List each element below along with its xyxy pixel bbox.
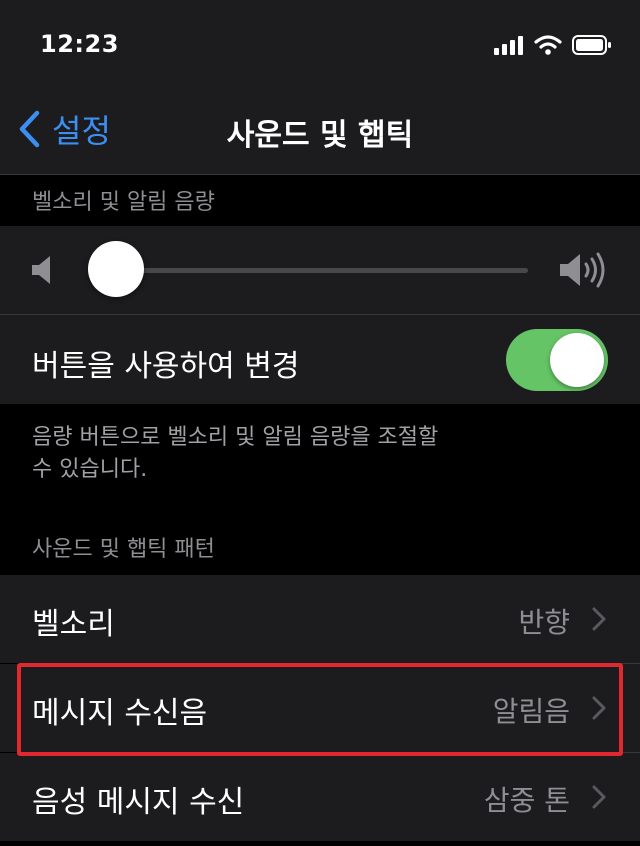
- list-item-new-voicemail[interactable]: 음성 메시지 수신 삼중 톤: [0, 753, 640, 841]
- volume-slider-thumb[interactable]: [88, 241, 144, 297]
- new-voicemail-value: 삼중 톤: [483, 784, 570, 817]
- speaker-low-icon: [32, 256, 50, 284]
- change-with-buttons-row: 버튼을 사용하여 변경: [0, 315, 640, 404]
- change-with-buttons-label: 버튼을 사용하여 변경: [32, 349, 300, 384]
- list-item-ringtone[interactable]: 벨소리 반향: [0, 575, 640, 663]
- section-header-ringer-volume: 벨소리 및 알림 음량: [32, 190, 215, 215]
- page-title: 사운드 및 햅틱: [226, 118, 414, 153]
- ringer-footer-line-1: 음량 버튼으로 벨소리 및 알림 음량을 조절할: [32, 425, 439, 450]
- wifi-icon: [534, 35, 562, 55]
- ringer-footer-line-2: 수 있습니다.: [32, 457, 148, 482]
- volume-slider-row: [0, 226, 640, 314]
- chevron-right-icon: [592, 607, 606, 631]
- signal-icon: [494, 36, 523, 55]
- ringer-footer-note: 음량 버튼으로 벨소리 및 알림 음량을 조절할 수 있습니다.: [32, 422, 552, 486]
- speaker-high-icon: [560, 252, 605, 288]
- volume-slider-track[interactable]: [116, 268, 528, 273]
- navigation-bar: 12:23 설정 사운드 및 햅틱: [0, 0, 640, 174]
- text-tone-value: 알림음: [492, 695, 570, 728]
- text-tone-label: 메시지 수신음: [32, 696, 208, 731]
- chevron-right-icon: [592, 696, 606, 720]
- change-with-buttons-toggle[interactable]: [506, 329, 608, 391]
- ringtone-value: 반향: [518, 606, 570, 639]
- status-icons: [494, 35, 612, 55]
- toggle-knob: [550, 333, 604, 387]
- list-item-text-tone[interactable]: 메시지 수신음 알림음: [0, 664, 640, 752]
- status-time: 12:23: [40, 30, 119, 58]
- section-header-sound-haptic-patterns: 사운드 및 햅틱 패턴: [32, 537, 215, 562]
- chevron-right-icon: [592, 785, 606, 809]
- nav-divider: [0, 174, 640, 175]
- battery-icon: [572, 35, 611, 55]
- new-voicemail-label: 음성 메시지 수신: [32, 785, 245, 820]
- ringtone-label: 벨소리: [32, 607, 115, 642]
